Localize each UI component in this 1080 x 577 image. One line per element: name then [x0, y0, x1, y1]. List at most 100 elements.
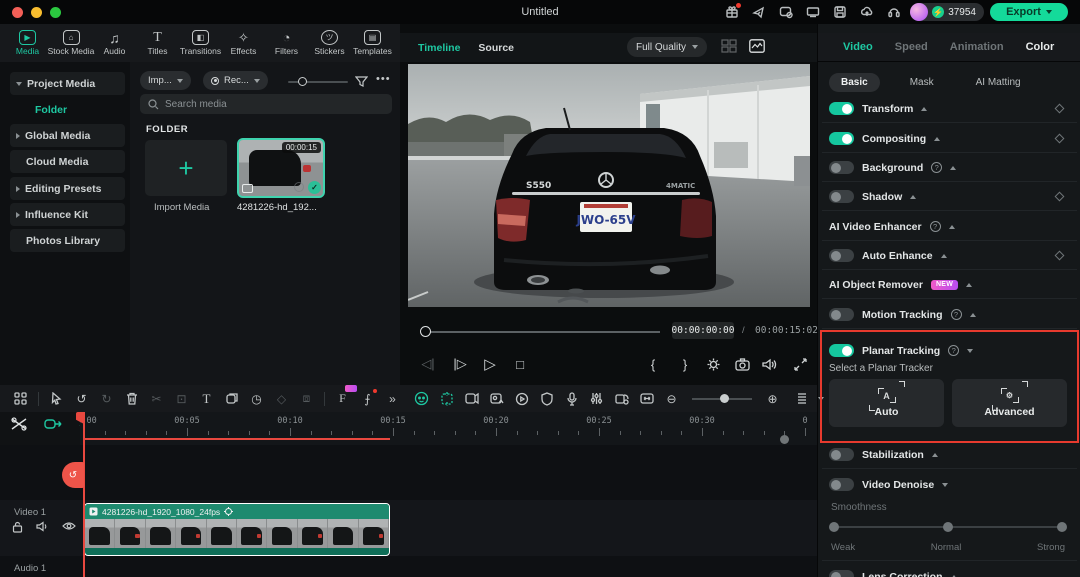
planar-region-icon[interactable]	[436, 388, 457, 409]
slider-knob[interactable]	[298, 77, 307, 86]
sidebar-item-editing-presets[interactable]: Editing Presets	[10, 177, 125, 200]
keyframe-icon[interactable]	[1055, 251, 1065, 261]
undo-icon[interactable]: ↺	[71, 388, 92, 409]
display-icon[interactable]	[804, 3, 822, 21]
sidebar-item-global-media[interactable]: Global Media	[10, 124, 125, 147]
share-clip-icon[interactable]	[486, 388, 507, 409]
filter-icon[interactable]	[355, 75, 368, 88]
slider-stop-normal[interactable]	[943, 522, 953, 532]
lock-icon[interactable]	[12, 521, 23, 533]
search-input[interactable]: Search media	[140, 94, 392, 114]
scopes-icon[interactable]	[749, 39, 765, 53]
motion-box-icon[interactable]: ⧈	[296, 388, 317, 409]
ai-text-icon[interactable]: F	[332, 388, 353, 409]
slider-knob[interactable]	[720, 394, 729, 403]
caret-right-icon[interactable]	[16, 133, 20, 139]
collapse-caret-icon[interactable]	[932, 453, 938, 457]
recent-dropdown[interactable]: Rec...	[203, 71, 268, 90]
render-preview-icon[interactable]	[511, 388, 532, 409]
info-icon[interactable]: ?	[931, 162, 942, 173]
track-height-caret-icon[interactable]	[816, 388, 826, 409]
tab-audio[interactable]: ♫Audio	[93, 30, 136, 56]
mixer-icon[interactable]	[586, 388, 607, 409]
snapshot-icon[interactable]	[732, 354, 752, 374]
volume-icon[interactable]	[760, 354, 780, 374]
subtab-basic[interactable]: Basic	[829, 73, 880, 92]
collapse-caret-icon[interactable]	[910, 195, 916, 199]
record-voiceover-icon[interactable]	[561, 388, 582, 409]
mark-out-icon[interactable]: }	[675, 354, 695, 374]
redo-icon[interactable]: ↻	[96, 388, 117, 409]
gift-icon[interactable]	[723, 3, 741, 21]
video-denoise-toggle[interactable]	[829, 478, 854, 491]
info-icon[interactable]: ?	[948, 345, 959, 356]
stabilization-toggle[interactable]	[829, 448, 854, 461]
seek-knob[interactable]	[420, 326, 431, 337]
slider-stop-weak[interactable]	[829, 522, 839, 532]
slider-stop-strong[interactable]	[1057, 522, 1067, 532]
delete-icon[interactable]	[121, 388, 142, 409]
export-button[interactable]: Export	[990, 3, 1068, 21]
previous-frame-icon[interactable]: ◁|	[418, 354, 438, 374]
smoothness-slider[interactable]	[831, 526, 1065, 528]
auto-enhance-toggle[interactable]	[829, 249, 854, 262]
tab-stock-media[interactable]: ⌂Stock Media	[49, 30, 93, 56]
crop-icon[interactable]: ⊡	[171, 388, 192, 409]
collapse-caret-icon[interactable]	[921, 107, 927, 111]
zoom-out-icon[interactable]: ⊖	[661, 388, 682, 409]
caret-right-icon[interactable]	[16, 186, 20, 192]
export-dropdown-caret-icon[interactable]	[1046, 10, 1052, 14]
sidebar-item-folder[interactable]: Folder	[10, 98, 125, 121]
keyframe-tool-icon[interactable]: ◇	[271, 388, 292, 409]
subtab-mask[interactable]: Mask	[898, 73, 946, 92]
sidebar-item-photos-library[interactable]: Photos Library	[10, 229, 125, 252]
timeline-clip[interactable]: 4281226-hd_1920_1080_24fps	[84, 503, 390, 556]
tab-effects[interactable]: ✧Effects	[222, 30, 265, 56]
collapse-caret-icon[interactable]	[950, 166, 956, 170]
quality-dropdown[interactable]: Full Quality	[627, 37, 707, 57]
hide-track-icon[interactable]	[62, 521, 76, 531]
playhead-trim-handle[interactable]: ↺	[62, 462, 84, 488]
planar-auto-button[interactable]: A Auto	[829, 379, 944, 427]
play-icon[interactable]: ▷	[480, 354, 500, 374]
collapse-caret-icon[interactable]	[949, 225, 955, 229]
account-credits[interactable]: ⚡ 37954	[910, 3, 984, 21]
tab-animation[interactable]: Animation	[950, 41, 1004, 53]
import-media-tile[interactable]: +	[145, 140, 227, 196]
tab-transitions[interactable]: ◧Transitions	[179, 30, 222, 56]
tab-source[interactable]: Source	[478, 42, 514, 54]
support-icon[interactable]	[885, 3, 903, 21]
more-tools-icon[interactable]: »	[382, 388, 403, 409]
timeline-zoom-slider[interactable]	[692, 398, 752, 400]
tab-media[interactable]: ▶Media	[6, 30, 49, 56]
avatar[interactable]	[910, 3, 928, 21]
transform-toggle[interactable]	[829, 102, 854, 115]
fullscreen-icon[interactable]	[790, 354, 810, 374]
tab-color[interactable]: Color	[1026, 41, 1055, 53]
save-icon[interactable]	[831, 3, 849, 21]
playhead[interactable]: ↺	[83, 412, 85, 577]
thumbnail-zoom-slider[interactable]	[288, 81, 348, 83]
expand-caret-icon[interactable]	[967, 349, 973, 353]
tab-templates[interactable]: ▤Templates	[351, 30, 394, 56]
tab-timeline[interactable]: Timeline	[418, 42, 460, 54]
keyframe-icon[interactable]	[1055, 104, 1065, 114]
placement-icon[interactable]	[221, 388, 242, 409]
next-frame-icon[interactable]: |▷	[450, 354, 470, 374]
timeline-ruler[interactable]: 00:0000:0500:1000:1500:2000:2500:300	[80, 412, 817, 445]
lens-correction-toggle[interactable]	[829, 570, 854, 577]
promote-icon[interactable]	[750, 3, 768, 21]
split-icon[interactable]: ✂	[146, 388, 167, 409]
import-dropdown[interactable]: Imp...	[140, 71, 191, 90]
workspace-icon[interactable]	[10, 388, 31, 409]
info-icon[interactable]: ?	[930, 221, 941, 232]
collapse-caret-icon[interactable]	[970, 313, 976, 317]
keyframe-icon[interactable]	[1055, 134, 1065, 144]
keyframe-icon[interactable]	[1055, 192, 1065, 202]
sidebar-item-influence-kit[interactable]: Influence Kit	[10, 203, 125, 226]
collapse-caret-icon[interactable]	[934, 137, 940, 141]
current-timecode[interactable]: 00:00:00:00	[672, 322, 734, 339]
more-options-icon[interactable]: •••	[376, 73, 391, 85]
video-viewport[interactable]: JWO-65V S550 4MATIC	[408, 64, 810, 307]
planar-tracking-toggle[interactable]	[829, 344, 854, 357]
